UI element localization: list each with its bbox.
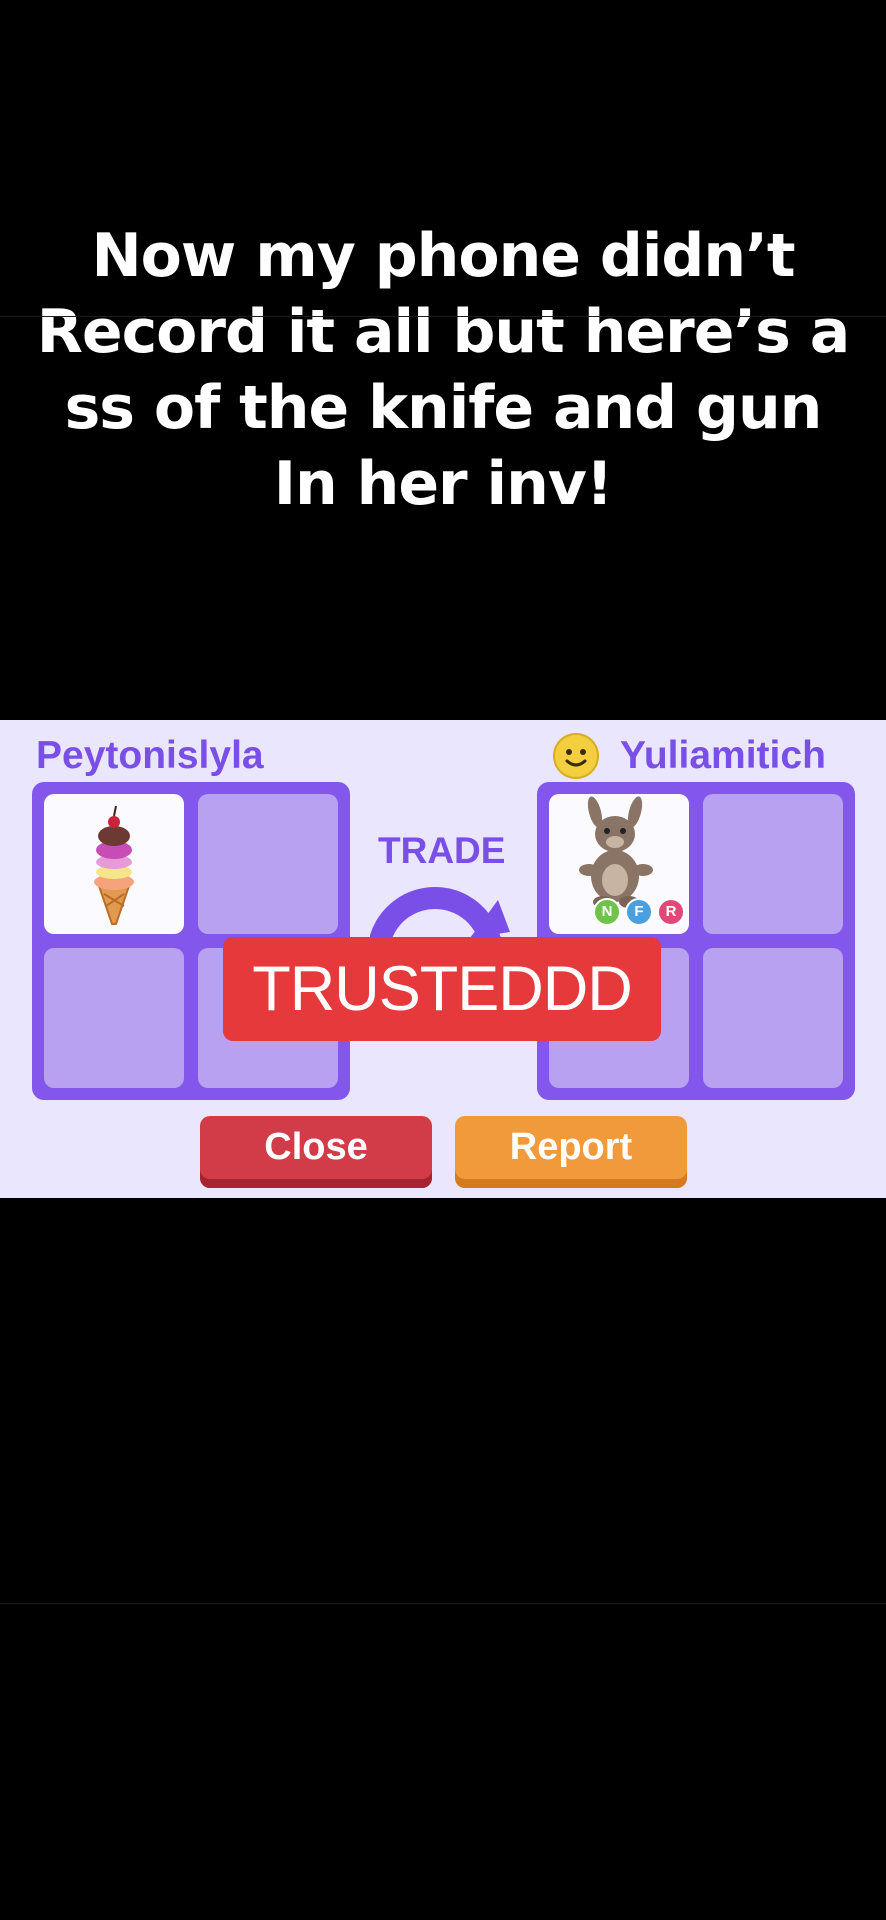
ice-cream-cone-icon	[94, 805, 134, 925]
trade-title: TRADE	[378, 830, 506, 871]
caption-text: Now my phone didn’t Record it all but he…	[0, 218, 886, 522]
divider	[0, 1603, 886, 1604]
offer-slot[interactable]	[44, 794, 184, 934]
fly-badge: F	[625, 898, 653, 926]
left-player-name: Peytonislyla	[36, 734, 264, 777]
caption-line: In her inv!	[273, 449, 614, 519]
screen: Now my phone didn’t Record it all but he…	[0, 0, 886, 1920]
empty-slot[interactable]	[44, 948, 184, 1088]
empty-slot[interactable]	[703, 948, 843, 1088]
right-player-name: Yuliamitich	[620, 734, 826, 777]
empty-slot[interactable]	[198, 794, 338, 934]
report-button[interactable]: Report	[455, 1116, 687, 1188]
offer-slot[interactable]: N F R	[549, 794, 689, 934]
empty-slot[interactable]	[703, 794, 843, 934]
pet-badges: N F R	[593, 898, 687, 926]
ride-badge: R	[657, 898, 685, 926]
caption-line: Record it all but here’s a	[36, 297, 851, 367]
caption-line: Now my phone didn’t	[91, 221, 795, 291]
close-button[interactable]: Close	[200, 1116, 432, 1188]
divider	[0, 316, 886, 317]
trusted-overlay-label: TRUSTEDDD	[223, 937, 661, 1041]
caption-line: ss of the knife and gun	[64, 373, 823, 443]
smiley-face-icon	[553, 733, 599, 779]
neon-badge: N	[593, 898, 621, 926]
trade-panel: Peytonislyla Yuliamitich TRADE N F R TRU…	[0, 720, 886, 1198]
